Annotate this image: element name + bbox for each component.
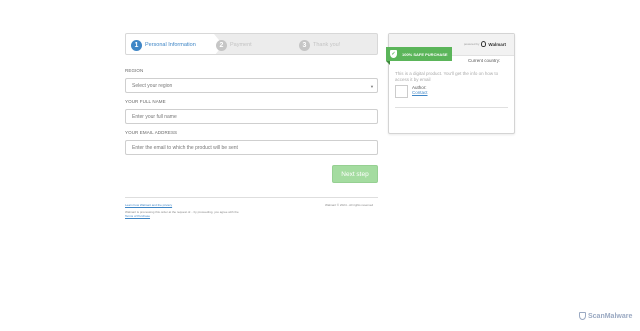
step-number: 2 — [216, 39, 227, 51]
region-select[interactable]: Select your region ▼ — [125, 78, 378, 93]
step-thank-you: 3 Thank you! — [299, 34, 341, 54]
brand-logo-icon — [481, 41, 487, 47]
contact-link[interactable]: Contact — [412, 90, 428, 95]
copyright: Walmart © 2024 - All rights reserved — [325, 203, 374, 207]
shield-check-icon: ✓ — [390, 50, 397, 58]
step-label: Personal Information — [145, 42, 196, 48]
step-label: Thank you! — [313, 42, 341, 48]
terms-link[interactable]: Terms of Purchase — [125, 214, 150, 218]
step-label: Payment — [230, 42, 252, 48]
email-input[interactable]: Enter the email to which the product wil… — [125, 140, 378, 155]
email-label: YOUR EMAIL ADDRESS — [125, 130, 178, 135]
email-placeholder: Enter the email to which the product wil… — [132, 144, 238, 151]
full-name-label: YOUR FULL NAME — [125, 99, 166, 104]
panel-divider — [395, 107, 508, 108]
step-number: 1 — [131, 39, 142, 51]
full-name-placeholder: Enter your full name — [132, 113, 177, 120]
author-avatar — [395, 85, 408, 98]
watermark: ScanMalware — [579, 312, 632, 320]
step-payment: 2 Payment — [216, 34, 252, 54]
brand-name: Walmart — [488, 41, 506, 47]
next-step-button[interactable]: Next step — [332, 165, 378, 183]
region-label: REGION — [125, 68, 144, 73]
safe-purchase-badge: ✓ 100% SAFE PURCHASE — [386, 47, 452, 61]
powered-by-text: powered by — [463, 42, 480, 46]
full-name-input[interactable]: Enter your full name — [125, 109, 378, 124]
safe-purchase-text: 100% SAFE PURCHASE — [402, 51, 448, 57]
caret-down-icon: ▼ — [370, 84, 374, 89]
step-personal-information: 1 Personal Information — [131, 34, 196, 54]
region-select-value: Select your region — [132, 82, 173, 89]
shield-icon — [579, 312, 586, 320]
step-number: 3 — [299, 39, 310, 51]
watermark-text: ScanMalware — [588, 312, 633, 320]
footer-divider — [125, 197, 378, 198]
powered-by: powered by Walmart — [464, 41, 506, 47]
current-country: Current country: — [468, 58, 501, 63]
badge-ribbon-fold — [386, 61, 390, 65]
product-description: This is a digital product. You'll get th… — [395, 71, 499, 82]
checkout-steps: 1 Personal Information 2 Payment 3 Thank… — [125, 33, 378, 55]
privacy-link[interactable]: Learn how Walmart and the privacy — [125, 203, 172, 207]
